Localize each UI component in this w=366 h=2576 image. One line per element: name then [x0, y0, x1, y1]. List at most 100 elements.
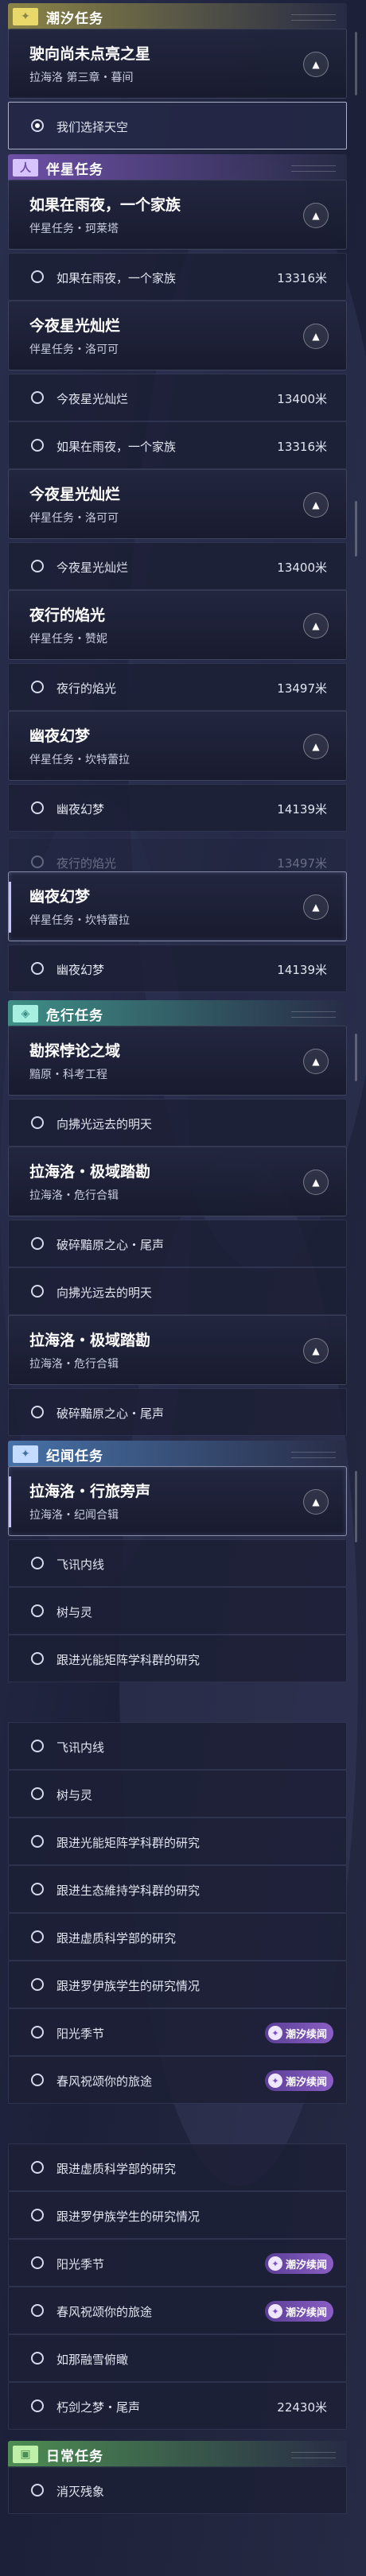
collapse-toggle-button[interactable]: ▲: [303, 492, 329, 518]
quest-step-row[interactable]: 今夜星光灿烂 13400米: [8, 374, 347, 421]
radio-icon[interactable]: [31, 2074, 44, 2086]
quest-step-row[interactable]: 破碎黯原之心・尾声: [8, 1388, 347, 1436]
quest-step-row[interactable]: 消灭残象: [8, 2466, 347, 2514]
radio-icon[interactable]: [31, 2161, 44, 2174]
quest-title: 勘探悖论之域: [29, 1042, 121, 1060]
radio-icon[interactable]: [31, 1930, 44, 1943]
quest-step-row[interactable]: 飞讯内线: [8, 1722, 347, 1770]
collapse-toggle-button[interactable]: ▲: [303, 1170, 329, 1195]
radio-icon[interactable]: [31, 2399, 44, 2412]
quest-step-row[interactable]: 跟进光能矩阵学科群的研究: [8, 1818, 347, 1865]
quest-step-row[interactable]: 向拂光远去的明天: [8, 1267, 347, 1315]
radio-icon[interactable]: [31, 1978, 44, 1991]
quest-step-row[interactable]: 春风祝颂你的旅途 ✦ 潮汐续闻: [8, 2056, 347, 2104]
quest-card[interactable]: 今夜星光灿烂 伴星任务・洛可可 ▲: [8, 301, 347, 370]
scrollbar-thumb[interactable]: [355, 1471, 357, 1542]
quest-step-row[interactable]: 今夜星光灿烂 13400米: [8, 542, 347, 590]
radio-icon[interactable]: [31, 1604, 44, 1617]
collapse-toggle-button[interactable]: ▲: [303, 894, 329, 920]
radio-icon[interactable]: [31, 1835, 44, 1848]
collapse-toggle-button[interactable]: ▲: [303, 1489, 329, 1515]
quest-step-row[interactable]: 跟进罗伊族学生的研究情况: [8, 2191, 347, 2239]
radio-icon[interactable]: [31, 2026, 44, 2039]
radio-icon[interactable]: [31, 119, 44, 132]
quest-step-row[interactable]: 如果在雨夜，一个家族 13316米: [8, 253, 347, 301]
radio-icon[interactable]: [31, 2256, 44, 2269]
selected-indicator: [9, 882, 11, 933]
scrollbar-thumb[interactable]: [355, 32, 357, 95]
radio-icon[interactable]: [31, 2209, 44, 2221]
quest-step-row[interactable]: 向拂光远去的明天: [8, 1099, 347, 1146]
quest-step-row[interactable]: 破碎黯原之心・尾声: [8, 1220, 347, 1267]
step-label: 消灭残象: [56, 2485, 105, 2499]
collapse-toggle-button[interactable]: ▲: [303, 52, 329, 77]
radio-icon[interactable]: [31, 1116, 44, 1129]
quest-card[interactable]: 幽夜幻梦 伴星任务・坎特蕾拉 ▲: [8, 711, 347, 781]
radio-icon[interactable]: [31, 2484, 44, 2496]
radio-icon[interactable]: [31, 439, 44, 452]
quest-step-row[interactable]: 幽夜幻梦 14139米: [8, 784, 347, 832]
quest-step-row[interactable]: 跟进光能矩阵学科群的研究: [8, 1635, 347, 1682]
quest-card[interactable]: 驶向尚未点亮之星 拉海洛 第三章・暮间 ▲: [8, 29, 347, 99]
radio-icon[interactable]: [31, 1740, 44, 1752]
collapse-toggle-button[interactable]: ▲: [303, 203, 329, 228]
radio-icon[interactable]: [31, 801, 44, 814]
scrollbar-thumb[interactable]: [355, 1034, 357, 1081]
section-title: 潮汐任务: [46, 10, 103, 27]
quest-card[interactable]: 今夜星光灿烂 伴星任务・洛可可 ▲: [8, 469, 347, 539]
tide-badge-icon: ✦: [267, 2026, 282, 2040]
radio-icon[interactable]: [31, 855, 44, 868]
radio-icon[interactable]: [31, 2352, 44, 2365]
quest-step-row[interactable]: 朽剑之梦・尾声 22430米: [8, 2382, 347, 2430]
quest-step-row[interactable]: 跟进虚质科学部的研究: [8, 1913, 347, 1961]
quest-step-row[interactable]: 飞讯内线: [8, 1539, 347, 1587]
radio-icon[interactable]: [31, 2304, 44, 2317]
quest-step-row[interactable]: 幽夜幻梦 14139米: [8, 945, 347, 992]
quest-step-row[interactable]: 跟进生态維持学科群的研究: [8, 1865, 347, 1913]
quest-step-row[interactable]: 阳光季节 ✦ 潮汐续闻: [8, 2239, 347, 2287]
radio-icon[interactable]: [31, 962, 44, 975]
quest-card[interactable]: 拉海洛・极域踏勘 拉海洛・危行合辑 ▲: [8, 1146, 347, 1216]
quest-step-row[interactable]: 树与灵: [8, 1770, 347, 1818]
quest-step-row[interactable]: 跟进罗伊族学生的研究情况: [8, 1961, 347, 2008]
step-label: 飞讯内线: [56, 1558, 105, 1572]
section-header-danger[interactable]: ◈ 危行任务: [8, 1000, 347, 1027]
badge-label: 潮汐续闻: [285, 2076, 327, 2089]
quest-step-row[interactable]: 我们选择天空: [8, 102, 347, 149]
radio-icon[interactable]: [31, 1652, 44, 1665]
quest-step-row[interactable]: 春风祝颂你的旅途 ✦ 潮汐续闻: [8, 2287, 347, 2334]
quest-card[interactable]: 夜行的焰光 伴星任务・赞妮 ▲: [8, 590, 347, 660]
distance-label: 13497米: [277, 856, 327, 871]
radio-icon[interactable]: [31, 1237, 44, 1250]
scrollbar-thumb[interactable]: [355, 501, 357, 557]
quest-step-row[interactable]: 夜行的焰光 13497米: [8, 663, 347, 711]
collapse-toggle-button[interactable]: ▲: [303, 1049, 329, 1074]
section-header-chronicle[interactable]: ✦ 纪闻任务: [8, 1441, 347, 1468]
radio-icon[interactable]: [31, 270, 44, 283]
quest-step-row[interactable]: 树与灵: [8, 1587, 347, 1635]
collapse-toggle-button[interactable]: ▲: [303, 1338, 329, 1364]
quest-card[interactable]: 拉海洛・极域踏勘 拉海洛・危行合辑 ▲: [8, 1315, 347, 1385]
collapse-toggle-button[interactable]: ▲: [303, 324, 329, 349]
quest-step-row[interactable]: 跟进虚质科学部的研究: [8, 2143, 347, 2191]
quest-step-row[interactable]: 如那融雪俯瞰: [8, 2334, 347, 2382]
collapse-toggle-button[interactable]: ▲: [303, 613, 329, 638]
section-header-tide[interactable]: ✦ 潮汐任务: [8, 3, 347, 30]
radio-icon[interactable]: [31, 1285, 44, 1298]
section-header-daily[interactable]: ▣ 日常任务: [8, 2441, 347, 2468]
section-header-companion[interactable]: 人伴星任务: [8, 154, 347, 181]
radio-icon[interactable]: [31, 391, 44, 404]
radio-icon[interactable]: [31, 681, 44, 693]
quest-card[interactable]: 如果在雨夜，一个家族 伴星任务・珂莱塔 ▲: [8, 180, 347, 250]
radio-icon[interactable]: [31, 1557, 44, 1569]
quest-card[interactable]: 勘探悖论之域 黯原・科考工程 ▲: [8, 1026, 347, 1096]
radio-icon[interactable]: [31, 560, 44, 572]
radio-icon[interactable]: [31, 1883, 44, 1895]
radio-icon[interactable]: [31, 1406, 44, 1418]
radio-icon[interactable]: [31, 1787, 44, 1800]
quest-card[interactable]: 拉海洛・行旅旁声 拉海洛・纪闻合辑 ▲: [8, 1466, 347, 1536]
collapse-toggle-button[interactable]: ▲: [303, 734, 329, 759]
quest-step-row[interactable]: 阳光季节 ✦ 潮汐续闻: [8, 2008, 347, 2056]
quest-card[interactable]: 幽夜幻梦 伴星任务・坎特蕾拉 ▲: [8, 871, 347, 941]
quest-step-row[interactable]: 如果在雨夜，一个家族 13316米: [8, 421, 347, 469]
